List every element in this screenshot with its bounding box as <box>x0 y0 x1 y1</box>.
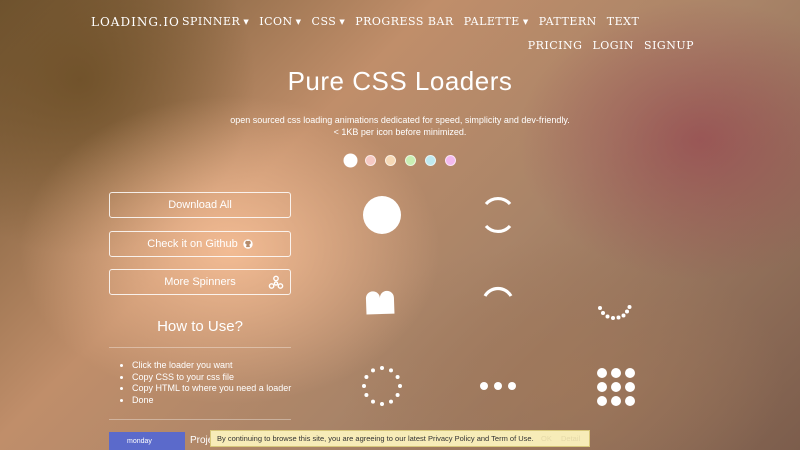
palette-dot[interactable] <box>384 155 396 166</box>
palette-dot[interactable] <box>444 155 456 166</box>
github-button[interactable]: Check it on Github <box>109 231 291 257</box>
palette-dot[interactable] <box>424 155 436 166</box>
nav-item-spinner[interactable]: SPINNER ▼ <box>182 15 249 28</box>
loader-ring[interactable] <box>476 278 520 322</box>
loader-heart[interactable] <box>360 278 404 322</box>
cookie-banner: By continuing to browse this site, you a… <box>210 430 590 447</box>
subtitle-line-2: < 1KB per icon before minimized. <box>333 127 467 137</box>
subtitle-line-1: open sourced css loading animations dedi… <box>230 115 570 125</box>
loader-default[interactable] <box>360 364 404 408</box>
nav-item-icon[interactable]: ICON ▼ <box>259 15 301 28</box>
palette-dot[interactable] <box>404 155 416 166</box>
list-item: Click the loader you want <box>132 360 291 372</box>
github-label: Check it on Github <box>147 238 238 250</box>
cookie-detail-button[interactable]: Detail <box>561 434 580 443</box>
divider <box>109 419 291 420</box>
palette-selector <box>0 155 800 166</box>
caret-down-icon: ▼ <box>295 18 302 26</box>
more-spinners-button[interactable]: More Spinners <box>109 269 291 295</box>
list-item: Copy CSS to your css file <box>132 372 291 384</box>
loader-roller[interactable] <box>592 292 636 336</box>
top-nav: LOADING.IO SPINNER ▼ ICON ▼ CSS ▼ PROGRESS … <box>0 0 800 60</box>
sponsor-ad[interactable]: monday <box>109 432 185 450</box>
nav-item-css[interactable]: CSS ▼ <box>312 15 346 28</box>
caret-down-icon: ▼ <box>522 18 529 26</box>
nav-item-text[interactable]: TEXT <box>607 15 640 28</box>
brand-logo[interactable]: LOADING.IO <box>91 15 180 29</box>
palette-dot[interactable] <box>364 155 376 166</box>
caret-down-icon: ▼ <box>243 18 250 26</box>
github-icon <box>243 239 253 249</box>
cookie-text: By continuing to browse this site, you a… <box>217 434 534 443</box>
nav-item-palette[interactable]: PALETTE ▼ <box>464 15 529 28</box>
how-to-title: How to Use? <box>157 318 243 335</box>
palette-dot[interactable] <box>344 155 356 166</box>
nav-item-login[interactable]: LOGIN <box>592 39 634 52</box>
list-item: Copy HTML to where you need a loader <box>132 383 291 395</box>
loader-dual-ring[interactable] <box>476 193 520 237</box>
loader-ellipsis[interactable] <box>476 364 520 408</box>
caret-down-icon: ▼ <box>339 18 346 26</box>
main-menu: SPINNER ▼ ICON ▼ CSS ▼ PROGRESS BAR PALETTE… <box>182 15 639 28</box>
more-spinners-label: More Spinners <box>164 276 236 288</box>
list-item: Done <box>132 395 291 407</box>
sponsor-logo: monday <box>127 437 152 445</box>
divider <box>109 347 291 348</box>
fidget-spinner-icon <box>268 275 284 291</box>
loader-grid[interactable] <box>592 364 636 408</box>
nav-item-progress-bar[interactable]: PROGRESS BAR <box>355 15 454 28</box>
page-subtitle: open sourced css loading animations dedi… <box>0 114 800 138</box>
nav-item-pattern[interactable]: PATTERN <box>539 15 597 28</box>
account-menu: PRICING LOGIN SIGNUP <box>528 39 694 52</box>
loader-circle[interactable] <box>360 193 404 237</box>
how-to-steps: Click the loader you want Copy CSS to yo… <box>122 360 291 406</box>
page-title: Pure CSS Loaders <box>287 66 513 96</box>
nav-item-signup[interactable]: SIGNUP <box>644 39 694 52</box>
download-all-button[interactable]: Download All <box>109 192 291 218</box>
nav-item-pricing[interactable]: PRICING <box>528 39 583 52</box>
download-all-label: Download All <box>168 199 232 211</box>
cookie-ok-button[interactable]: OK <box>541 434 552 443</box>
